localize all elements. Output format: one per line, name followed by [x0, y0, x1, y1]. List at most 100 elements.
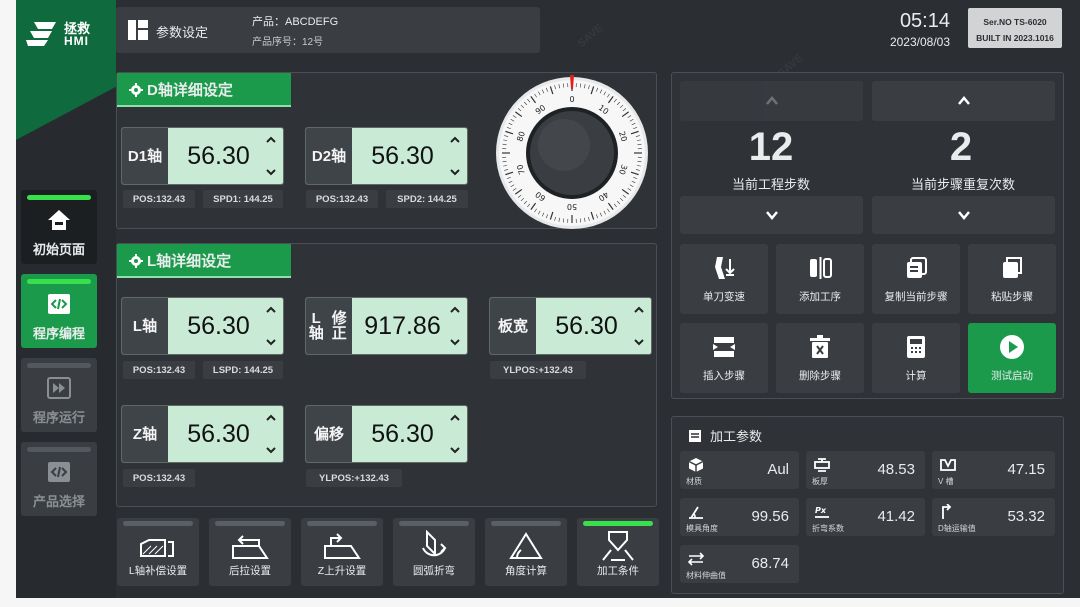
delete-icon	[810, 334, 830, 358]
axis-name: Z轴	[122, 406, 168, 462]
chevron-down-icon[interactable]	[633, 336, 645, 348]
plate-width-field[interactable]: 板宽 56.30	[489, 297, 652, 355]
z-rise-button[interactable]: Z上升设置	[301, 518, 383, 586]
back-pull-icon	[232, 535, 269, 559]
d2-axis-field[interactable]: D2轴 56.30	[305, 127, 468, 185]
l-axis-section-title: L轴详细设定	[117, 244, 291, 278]
chevron-up-icon[interactable]	[265, 134, 277, 146]
chevron-down-icon	[957, 211, 970, 220]
tool-label: 加工条件	[597, 565, 639, 577]
param-material-stretch[interactable]: 材料伸曲值 68.74	[680, 545, 799, 583]
current-step-value: 12	[748, 125, 794, 169]
process-condition-button[interactable]: 加工条件	[577, 518, 659, 586]
axis-name-line1: L轴	[308, 310, 324, 342]
chevron-down-icon[interactable]	[449, 444, 461, 456]
z-axis-field[interactable]: Z轴 56.30	[121, 405, 284, 463]
calculate-button[interactable]: 计算	[872, 323, 960, 393]
chevron-up-icon[interactable]	[449, 304, 461, 316]
nav-label: 产品选择	[32, 494, 85, 509]
param-v-groove[interactable]: V 槽 47.15	[932, 451, 1055, 489]
chevron-down-icon[interactable]	[449, 336, 461, 348]
code-icon	[48, 462, 70, 482]
action-label: 删除步骤	[799, 369, 841, 382]
inactive-indicator	[215, 521, 285, 526]
axis-name: L轴 修正	[306, 298, 352, 354]
l-compensation-button[interactable]: L轴补偿设置	[117, 518, 199, 586]
delete-step-button[interactable]: 删除步骤	[776, 323, 864, 393]
chevron-up-icon[interactable]	[449, 412, 461, 424]
page-title: 参数设定	[156, 25, 209, 40]
chevron-up-icon[interactable]	[265, 412, 277, 424]
add-process-button[interactable]: 添加工序	[776, 244, 864, 314]
add-process-icon	[810, 256, 832, 279]
gear-icon	[129, 83, 143, 97]
stretch-icon	[688, 552, 704, 566]
z-rise-icon	[324, 533, 361, 559]
nav-product-select[interactable]: 产品选择	[21, 442, 97, 516]
action-label: 插入步骤	[703, 369, 745, 382]
cube-icon	[688, 458, 704, 472]
action-label: 添加工序	[799, 290, 841, 303]
angle-calc-button[interactable]: 角度计算	[485, 518, 567, 586]
test-start-button[interactable]: 测试启动	[968, 323, 1056, 393]
ylpos-readout: YLPOS:+132.43	[490, 361, 586, 379]
l-axis-field[interactable]: L轴 56.30	[121, 297, 284, 355]
arc-bend-button[interactable]: 圆弧折弯	[393, 518, 475, 586]
chevron-down-icon[interactable]	[265, 166, 277, 178]
single-tool-speed-button[interactable]: 单刀变速	[680, 244, 768, 314]
param-label: 折弯系数	[812, 524, 844, 533]
calculator-icon	[907, 335, 925, 358]
nav-program-edit[interactable]: 程序编程	[21, 274, 97, 348]
param-value: 47.15	[1007, 461, 1045, 478]
insert-step-button[interactable]: 插入步骤	[680, 323, 768, 393]
d1-axis-field[interactable]: D1轴 56.30	[121, 127, 284, 185]
action-label: 复制当前步骤	[884, 290, 948, 303]
dial-label: 0	[569, 95, 574, 104]
chevron-up-icon[interactable]	[633, 304, 645, 316]
gear-icon	[129, 254, 143, 268]
param-value: 99.56	[751, 508, 789, 525]
bend-factor-icon: Px	[815, 506, 829, 518]
action-label: 测试启动	[991, 369, 1033, 382]
copy-step-button[interactable]: 复制当前步骤	[872, 244, 960, 314]
nav-program-run[interactable]: 程序运行	[21, 358, 97, 432]
nav-home[interactable]: 初始页面	[21, 190, 97, 264]
param-die-angle[interactable]: 模具角度 99.56	[680, 498, 799, 536]
chevron-up-icon[interactable]	[449, 134, 461, 146]
param-thickness[interactable]: 板厚 48.53	[806, 451, 925, 489]
chevron-down-icon[interactable]	[265, 336, 277, 348]
param-label: 板厚	[812, 477, 828, 486]
chevron-down-icon[interactable]	[449, 166, 461, 178]
param-label: 模具角度	[686, 524, 718, 533]
offset-field[interactable]: 偏移 56.30	[305, 405, 468, 463]
rotary-dial[interactable]: 0 10 20 30 40 50 60 70 80 90	[492, 73, 652, 233]
clock-time: 05:14	[899, 10, 950, 32]
d2-speed-readout: SPD2: 144.25	[386, 190, 468, 208]
ylpos-readout: YLPOS:+132.43	[306, 469, 402, 487]
section-title-text: L轴详细设定	[147, 252, 232, 270]
param-label: 材料伸曲值	[686, 571, 726, 580]
product-seq: 产品序号：12号	[252, 37, 324, 48]
param-d-axis-transport[interactable]: D轴运输值 53.32	[932, 498, 1055, 536]
back-pull-button[interactable]: 后拉设置	[209, 518, 291, 586]
section-title-text: D轴详细设定	[147, 81, 233, 99]
step-up-button[interactable]	[680, 81, 863, 121]
paste-step-button[interactable]: 粘贴步骤	[968, 244, 1056, 314]
param-bend-factor[interactable]: Px 折弯系数 41.42	[806, 498, 925, 536]
param-value: 41.42	[877, 508, 915, 525]
chevron-down-icon[interactable]	[265, 444, 277, 456]
step-down-button[interactable]	[680, 196, 863, 234]
param-label: D轴运输值	[938, 524, 976, 533]
inactive-indicator	[307, 521, 377, 526]
active-indicator	[583, 521, 653, 526]
l-correction-field[interactable]: L轴 修正 917.86	[305, 297, 468, 355]
nav-label: 初始页面	[32, 242, 85, 257]
repeat-down-button[interactable]	[872, 196, 1055, 234]
fast-forward-icon	[47, 377, 71, 399]
inactive-indicator	[491, 521, 561, 526]
repeat-up-button[interactable]	[872, 81, 1055, 121]
chevron-up-icon[interactable]	[265, 304, 277, 316]
param-value: 53.32	[1007, 508, 1045, 525]
active-indicator	[27, 195, 91, 200]
param-material[interactable]: 材质 Aul	[680, 451, 799, 489]
